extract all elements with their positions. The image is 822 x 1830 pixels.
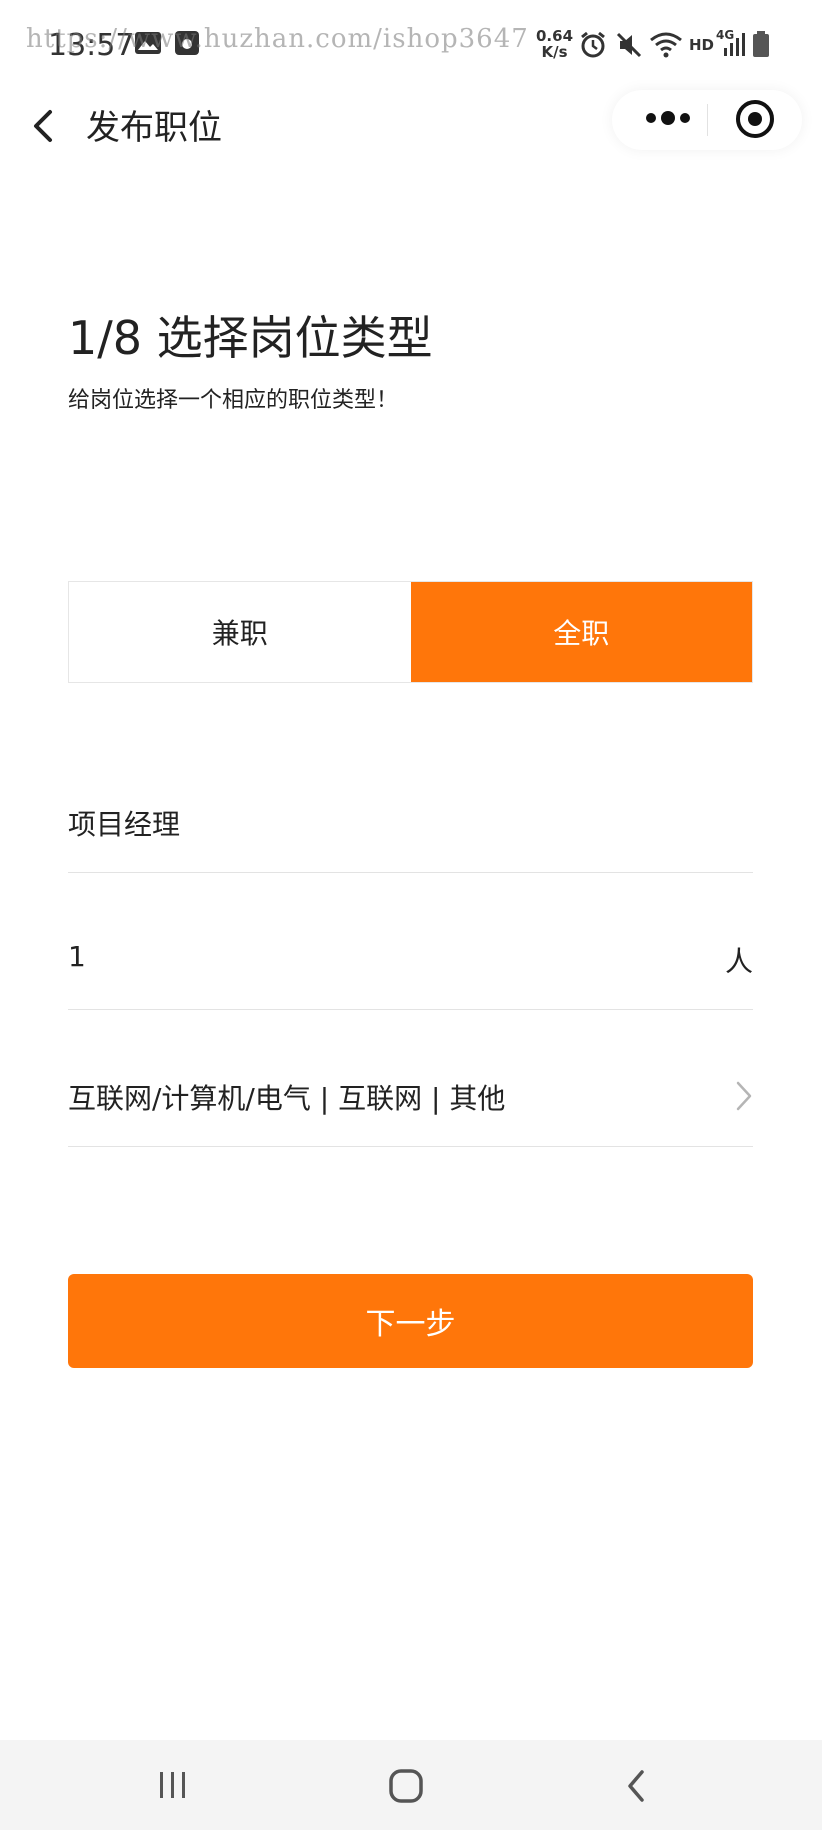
back-icon[interactable] [622, 1768, 652, 1804]
job-type-selector: 兼职 全职 [68, 581, 753, 683]
mute-icon [616, 32, 642, 58]
miniapp-capsule [612, 90, 802, 150]
back-arrow-icon[interactable] [20, 96, 70, 156]
alarm-icon [581, 31, 605, 58]
nav-title: 发布职位 [86, 108, 222, 148]
android-nav-bar [0, 1740, 822, 1830]
wifi-icon [650, 32, 682, 58]
network-label: HD [689, 36, 715, 54]
headcount-field[interactable]: 1 人 [68, 910, 753, 1010]
speed-value: 0.64 [536, 27, 574, 45]
category-value: 互联网/计算机/电气 | 互联网 | 其他 [68, 1082, 506, 1115]
status-bar: 13:57 https://www.huzhan.com/ishop3647 0… [0, 0, 822, 90]
job-name-field[interactable]: 项目经理 [68, 773, 753, 873]
step-subtitle: 给岗位选择一个相应的职位类型！ [68, 388, 399, 413]
battery-icon [753, 31, 769, 57]
speed-unit: K/s [541, 43, 568, 61]
full-time-option[interactable]: 全职 [410, 582, 752, 682]
home-icon[interactable] [388, 1768, 424, 1804]
network-speed: 0.64 K/s [536, 28, 573, 60]
job-name-value: 项目经理 [68, 808, 181, 841]
step-title: 1/8 选择岗位类型 [68, 311, 433, 365]
more-dots-icon[interactable] [626, 90, 710, 150]
next-step-button[interactable]: 下一步 [68, 1274, 753, 1368]
publish-job-page: 13:57 https://www.huzhan.com/ishop3647 0… [0, 0, 822, 1830]
chevron-right-icon [736, 1081, 752, 1111]
category-field[interactable]: 互联网/计算机/电气 | 互联网 | 其他 [68, 1047, 753, 1147]
close-target-icon[interactable] [724, 90, 794, 150]
capsule-divider [707, 104, 708, 136]
nav-bar: 发布职位 [0, 90, 822, 200]
watermark: https://www.huzhan.com/ishop3647 [26, 24, 529, 54]
signal-icon [724, 33, 745, 56]
recent-apps-icon[interactable] [156, 1768, 190, 1802]
headcount-value: 1 [68, 940, 86, 973]
headcount-unit: 人 [724, 945, 753, 978]
part-time-option[interactable]: 兼职 [69, 582, 411, 682]
